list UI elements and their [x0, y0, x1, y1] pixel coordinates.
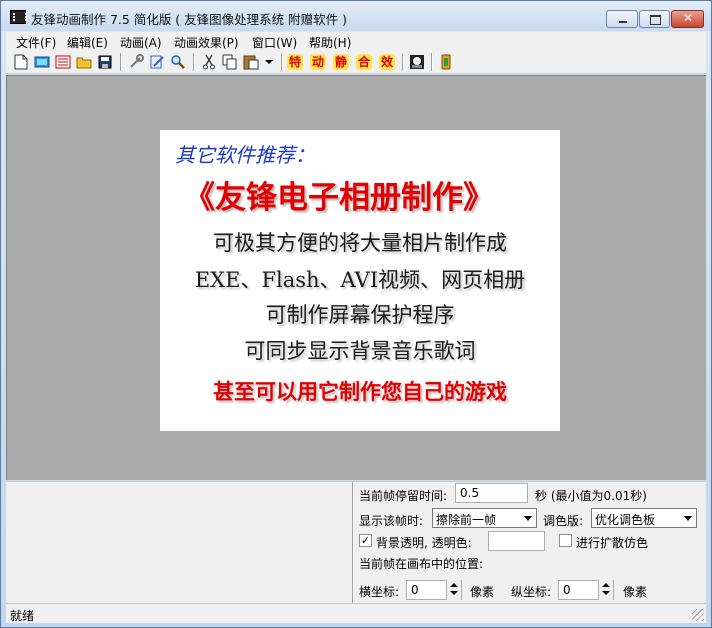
- resize-grip-icon[interactable]: [692, 609, 704, 621]
- display-mode-value: 擦除前一帧: [436, 513, 497, 527]
- x-coordinate-input[interactable]: 0: [406, 580, 462, 600]
- minimize-button[interactable]: [606, 10, 638, 28]
- preview-image-icon[interactable]: [408, 53, 426, 71]
- promo-heading: 其它软件推荐：: [175, 143, 315, 167]
- menu-animation[interactable]: 动画(A): [120, 34, 162, 51]
- dwell-time-label: 当前帧停留时间:: [359, 489, 448, 503]
- display-mode-select[interactable]: 擦除前一帧: [432, 508, 537, 528]
- effect-motion-button[interactable]: 动: [309, 53, 327, 71]
- menu-edit[interactable]: 编辑(E): [67, 34, 108, 51]
- status-bar: 就绪: [6, 603, 706, 623]
- copy-icon[interactable]: [221, 53, 239, 71]
- window-title: 友锋动画制作 7.5 简化版 ( 友锋图像处理系统 附赠软件 ): [31, 12, 347, 27]
- toolbar-separator: [193, 53, 195, 71]
- position-label: 当前帧在画布中的位置:: [359, 557, 484, 571]
- tools-icon[interactable]: [127, 53, 145, 71]
- toolbar: 特 动 静 合 效: [6, 50, 706, 74]
- x-spinner[interactable]: [446, 580, 461, 600]
- palette-value: 优化调色板: [595, 513, 656, 527]
- film-strip-icon[interactable]: [10, 10, 27, 24]
- new-file-icon[interactable]: [12, 53, 30, 71]
- dither-checkbox[interactable]: [559, 534, 572, 547]
- status-text: 就绪: [10, 609, 35, 623]
- effect-merge-button[interactable]: 合: [355, 53, 373, 71]
- promo-line: 可同步显示背景音乐歌词: [244, 339, 476, 363]
- promo-line: EXE、Flash、AVI视频、网页相册: [194, 268, 526, 292]
- menu-file[interactable]: 文件(F): [16, 34, 56, 51]
- toolbar-separator: [431, 53, 433, 71]
- promo-line: 可制作屏幕保护程序: [265, 303, 455, 327]
- cut-icon[interactable]: [200, 53, 218, 71]
- toolbar-separator: [402, 53, 404, 71]
- app-window: 友锋动画制作 7.5 简化版 ( 友锋图像处理系统 附赠软件 ) 文件(F) 编…: [0, 0, 712, 628]
- promo-banner: 其它软件推荐： 《友锋电子相册制作》 可极其方便的将大量相片制作成 EXE、Fl…: [160, 130, 560, 431]
- dwell-time-unit: 秒 (最小值为0.01秒): [535, 489, 647, 503]
- effect-effects-button[interactable]: 效: [378, 53, 396, 71]
- x-coordinate-value: 0: [411, 583, 419, 597]
- paste-icon[interactable]: [242, 53, 260, 71]
- title-bar[interactable]: 友锋动画制作 7.5 简化版 ( 友锋图像处理系统 附赠软件 ): [1, 1, 711, 31]
- promo-highlight: 甚至可以用它制作您自己的游戏: [213, 380, 507, 404]
- effect-static-button[interactable]: 静: [332, 53, 350, 71]
- effect-special-button[interactable]: 特: [286, 53, 304, 71]
- y-coordinate-label: 纵坐标:: [511, 585, 552, 599]
- y-spinner[interactable]: [598, 580, 613, 600]
- frame-panel: 当前帧停留时间: 0.5 秒 (最小值为0.01秒) 显示该帧时: 擦除前一帧 …: [6, 481, 706, 604]
- new-canvas-icon[interactable]: [33, 53, 51, 71]
- animation-canvas[interactable]: 其它软件推荐： 《友锋电子相册制作》 可极其方便的将大量相片制作成 EXE、Fl…: [6, 75, 706, 480]
- y-unit: 像素: [623, 585, 648, 599]
- zoom-icon[interactable]: [169, 53, 187, 71]
- paste-dropdown-icon[interactable]: [260, 53, 278, 71]
- save-icon[interactable]: [96, 53, 114, 71]
- transparent-label: 背景透明, 透明色:: [376, 536, 472, 550]
- frames-icon[interactable]: [54, 53, 72, 71]
- toolbar-separator: [120, 53, 122, 71]
- menu-bar: 文件(F) 编辑(E) 动画(A) 动画效果(P) 窗口(W) 帮助(H): [6, 32, 706, 50]
- chevron-down-icon: [684, 516, 692, 521]
- display-mode-label: 显示该帧时:: [359, 514, 424, 528]
- x-coordinate-label: 横坐标:: [359, 585, 400, 599]
- palette-label: 调色版:: [543, 514, 584, 528]
- promo-product-title: 《友锋电子相册制作》: [184, 180, 494, 216]
- panel-divider: [352, 482, 354, 604]
- menu-help[interactable]: 帮助(H): [309, 34, 351, 51]
- menu-animation-effects[interactable]: 动画效果(P): [174, 34, 239, 51]
- y-coordinate-value: 0: [563, 583, 571, 597]
- edit-frame-icon[interactable]: [148, 53, 166, 71]
- dwell-time-input[interactable]: 0.5: [455, 483, 528, 503]
- promo-line: 可极其方便的将大量相片制作成: [213, 231, 507, 255]
- y-coordinate-input[interactable]: 0: [558, 580, 614, 600]
- transparent-color-swatch[interactable]: [488, 531, 545, 551]
- close-button[interactable]: [671, 10, 704, 28]
- dither-label: 进行扩散仿色: [576, 536, 649, 550]
- exit-icon[interactable]: [437, 53, 455, 71]
- transparent-checkbox[interactable]: ✓: [359, 534, 372, 547]
- x-unit: 像素: [470, 585, 495, 599]
- maximize-button[interactable]: [639, 10, 670, 28]
- menu-window[interactable]: 窗口(W): [252, 34, 297, 51]
- chevron-down-icon: [524, 516, 532, 521]
- toolbar-separator: [281, 53, 283, 71]
- open-folder-icon[interactable]: [75, 53, 93, 71]
- palette-select[interactable]: 优化调色板: [591, 508, 697, 528]
